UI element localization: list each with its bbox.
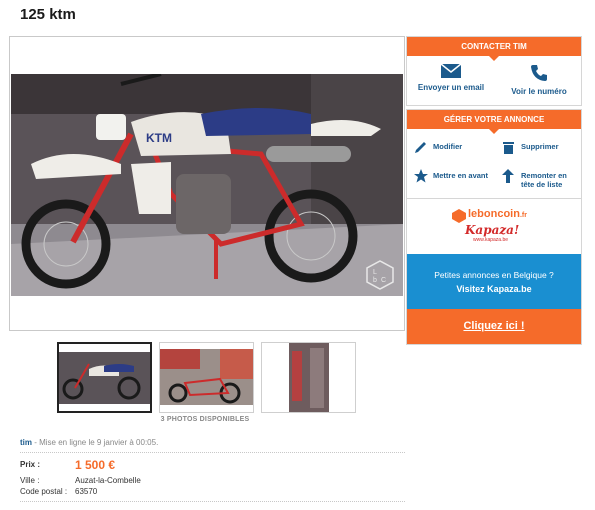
leboncoin-text: leboncoin: [468, 208, 520, 220]
city-label: Ville :: [20, 476, 40, 485]
listing-meta: tim - Mise en ligne le 9 janvier à 00:05…: [20, 438, 158, 447]
thumbnail-strip: [57, 342, 357, 414]
feature-listing-label: Mettre en avant: [433, 171, 489, 180]
thumbnail-3[interactable]: [261, 342, 356, 413]
main-photo-frame: KTM L C b: [9, 36, 405, 331]
posted-date: - Mise en ligne le 9 janvier à 00:05.: [32, 438, 159, 447]
email-icon: [440, 63, 462, 78]
phone-icon: [531, 65, 547, 81]
thumbnail-2[interactable]: [159, 342, 254, 413]
ad-cta-area: Cliquez ici !: [407, 309, 581, 344]
svg-text:C: C: [381, 277, 386, 284]
kapaza-ad[interactable]: leboncoin.fr Kapaza! www.kapaza.be Petit…: [406, 198, 582, 345]
main-photo[interactable]: KTM L C b: [11, 74, 403, 296]
price-label: Prix :: [20, 460, 41, 469]
contact-panel: CONTACTER TIM Envoyer un email Voir le n…: [406, 36, 582, 106]
bump-listing-line1: Remonter en: [521, 171, 567, 180]
svg-text:KTM: KTM: [146, 131, 172, 145]
svg-text:b: b: [373, 277, 377, 284]
photos-count-label: 3 PHOTOS DISPONIBLES: [160, 416, 250, 423]
ad-message: Petites annonces en Belgique ? Visitez K…: [407, 254, 581, 309]
city-value: Auzat-la-Combelle: [75, 476, 141, 485]
thumbnail-1[interactable]: [57, 342, 152, 413]
arrow-up-icon: [502, 169, 514, 183]
postal-label: Code postal :: [20, 487, 68, 496]
listing-title: 125 ktm: [20, 6, 76, 23]
leboncoin-logo-icon: [452, 209, 466, 223]
pencil-icon: [415, 142, 426, 153]
send-email-label: Envoyer un email: [417, 83, 485, 92]
leboncoin-logo: leboncoin.fr: [468, 208, 527, 220]
camera-badge-icon: L C b: [366, 260, 394, 290]
delete-listing-label: Supprimer: [521, 142, 559, 151]
send-email-button[interactable]: Envoyer un email: [407, 63, 495, 92]
ad-line1: Petites annonces en Belgique ?: [434, 270, 554, 280]
listing-page: 125 ktm KTM L C b 3 PHOTOS DISPONIBLES t…: [0, 0, 595, 510]
svg-text:L: L: [373, 269, 377, 276]
kapaza-logo: Kapaza!: [465, 223, 520, 237]
bump-listing-line2: tête de liste: [521, 180, 563, 189]
edit-listing-label: Modifier: [433, 142, 463, 151]
price-value: 1 500 €: [75, 458, 116, 472]
leboncoin-suffix: .fr: [519, 212, 527, 219]
ad-cta-button[interactable]: Cliquez ici !: [463, 320, 524, 332]
show-phone-button[interactable]: Voir le numéro: [495, 63, 583, 96]
ad-line2: Visitez Kapaza.be: [456, 284, 532, 294]
trash-icon: [503, 142, 514, 154]
seller-link[interactable]: tim: [20, 438, 32, 447]
bump-listing-label: Remonter en tête de liste: [521, 171, 567, 189]
contact-panel-header: CONTACTER TIM: [407, 37, 581, 61]
divider: [20, 501, 405, 502]
star-icon: [414, 169, 428, 183]
postal-value: 63570: [75, 487, 98, 496]
show-phone-label: Voir le numéro: [511, 87, 567, 96]
divider: [20, 452, 405, 453]
manage-panel-header: GÉRER VOTRE ANNONCE: [407, 110, 581, 134]
ad-logos: leboncoin.fr Kapaza! www.kapaza.be: [407, 199, 581, 254]
kapaza-url: www.kapaza.be: [473, 237, 509, 243]
